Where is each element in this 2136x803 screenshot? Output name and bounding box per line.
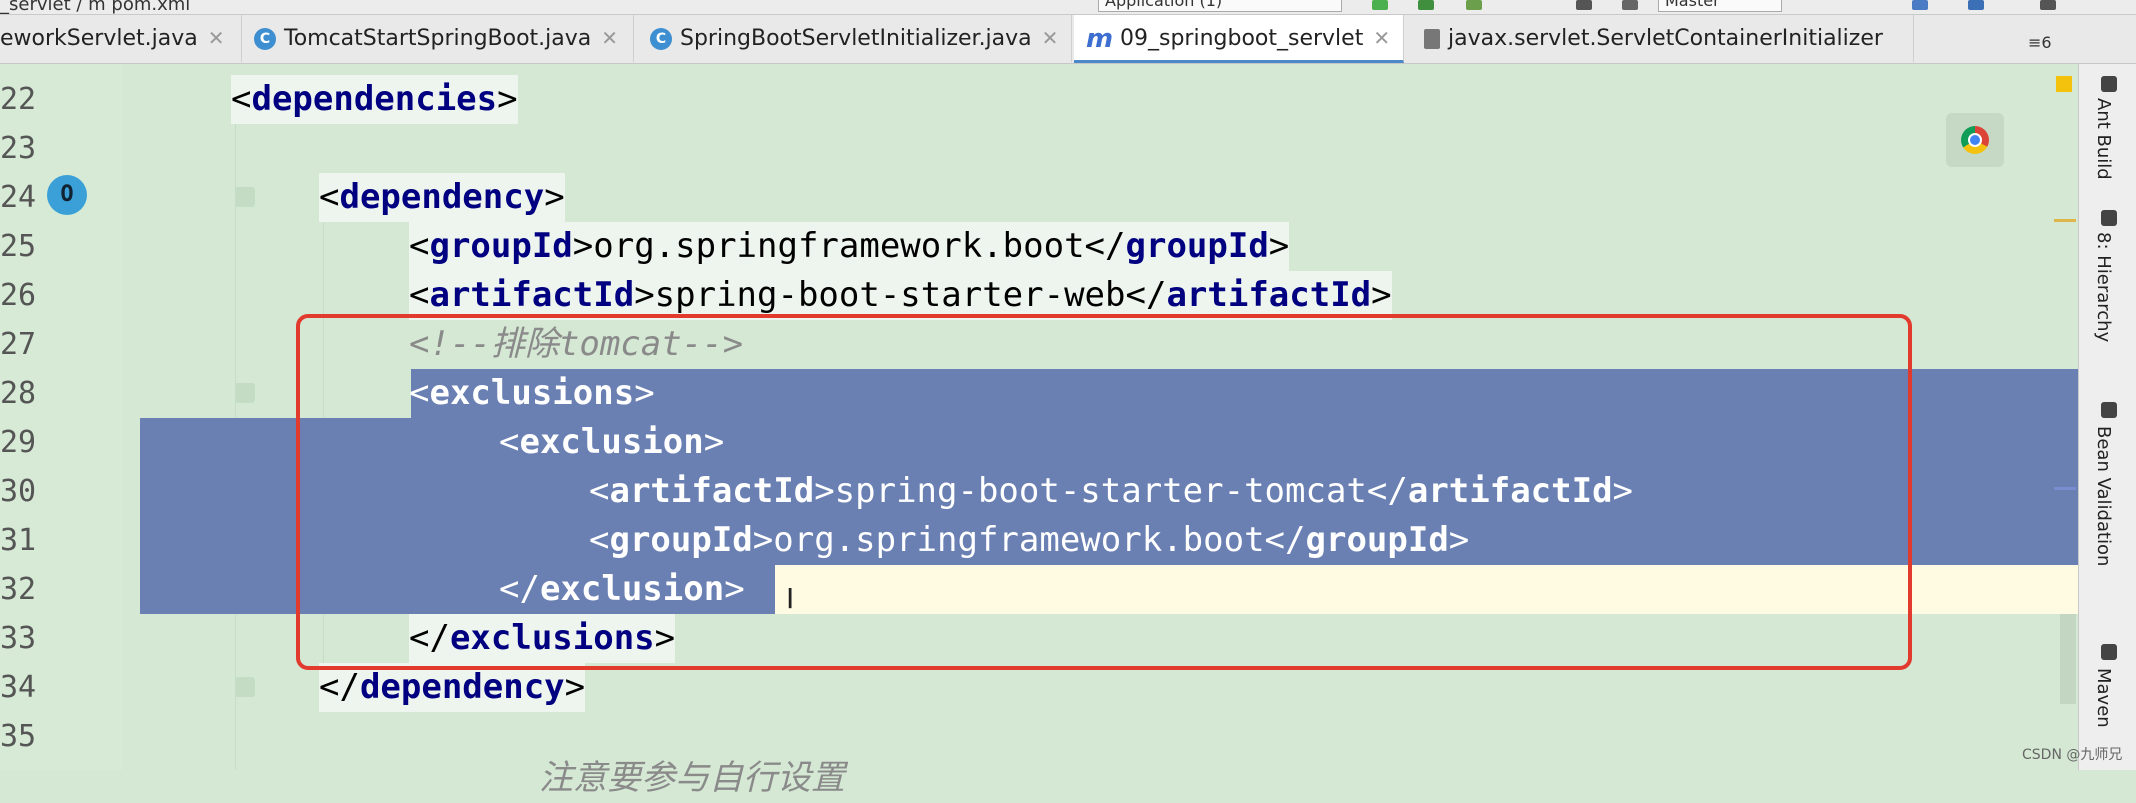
code-line-36-comment: 注意要参与自行设置 [539, 758, 845, 798]
branch-selector[interactable]: Master [1658, 0, 1782, 12]
tab-framework-servlet[interactable]: eworkServlet.java ✕ [0, 15, 242, 62]
tool-ant-build[interactable]: Ant Build [2093, 98, 2114, 180]
coverage-icon[interactable] [1466, 0, 1482, 10]
class-icon: C [650, 28, 672, 50]
close-icon[interactable]: ✕ [601, 26, 618, 50]
maven-icon: m [1086, 24, 1114, 54]
warning-indicator-icon[interactable] [2056, 76, 2072, 92]
vcs-icon[interactable] [1968, 0, 1984, 10]
tab-servlet-container-initializer[interactable]: javax.servlet.ServletContainerInitialize… [1412, 15, 1914, 62]
line-number: 33 [0, 621, 37, 656]
tab-label: TomcatStartSpringBoot.java [284, 26, 592, 51]
text-cursor-icon: I [786, 582, 795, 615]
close-icon[interactable]: ✕ [208, 26, 225, 50]
line-number: 30 [0, 474, 37, 509]
line-number: 27 [0, 327, 37, 362]
line-number: 28 [0, 376, 37, 411]
code-line-22: <dependencies> [231, 75, 518, 124]
tab-tomcat-start-spring-boot[interactable]: C TomcatStartSpringBoot.java ✕ [242, 15, 634, 62]
tool-maven[interactable]: Maven [2093, 668, 2114, 728]
fold-marker[interactable] [235, 383, 255, 403]
open-in-browser-button[interactable] [1946, 113, 2004, 167]
build-icon[interactable] [1576, 0, 1592, 10]
close-icon[interactable]: ✕ [1373, 26, 1390, 50]
code-line-34: </dependency> [319, 663, 586, 712]
ant-icon [2101, 76, 2117, 92]
tool-bean-validation[interactable]: Bean Validation [2093, 426, 2114, 566]
line-number-gutter: 22 23 24 25 26 27 28 29 30 31 32 33 34 3… [0, 64, 123, 770]
class-icon: C [254, 28, 276, 50]
tool-hierarchy[interactable]: 8: Hierarchy [2093, 232, 2114, 342]
text-file-icon [1424, 29, 1440, 49]
window-icon[interactable] [2040, 0, 2056, 10]
code-line-24: <dependency> [319, 173, 565, 222]
right-tool-window-bar: Ant Build 8: Hierarchy Bean Validation M… [2078, 64, 2136, 770]
tab-label: SpringBootServletInitializer.java [680, 26, 1032, 51]
line-number: 29 [0, 425, 37, 460]
code-line-25: <groupId>org.springframework.boot</group… [409, 222, 1290, 271]
tab-09-springboot-servlet[interactable]: m 09_springboot_servlet ✕ [1074, 15, 1404, 63]
error-stripe[interactable] [2052, 64, 2078, 770]
code-line-26: <artifactId>spring-boot-starter-web</art… [409, 271, 1392, 320]
editor-tab-bar: eworkServlet.java ✕ C TomcatStartSpringBoo… [0, 15, 2136, 64]
structure-icon[interactable] [1912, 0, 1928, 10]
close-icon[interactable]: ✕ [1042, 26, 1059, 50]
run-icon[interactable] [1372, 0, 1388, 10]
settings-icon[interactable] [1622, 0, 1638, 10]
line-number: 26 [0, 278, 37, 313]
tab-label: javax.servlet.ServletContainerInitialize… [1448, 26, 1883, 51]
tab-label: eworkServlet.java [0, 26, 198, 51]
top-toolbar-strip: _servlet / m pom.xml Application (1) Mas… [0, 0, 2136, 15]
fold-marker[interactable] [235, 677, 255, 697]
line-number: 22 [0, 82, 37, 117]
hierarchy-icon [2101, 210, 2117, 226]
line-number: 25 [0, 229, 37, 264]
debug-icon[interactable] [1418, 0, 1434, 10]
tab-overflow-menu[interactable]: ≡6 [2028, 33, 2052, 52]
breadcrumb[interactable]: _servlet / m pom.xml [0, 0, 190, 14]
error-stripe-mark[interactable] [2054, 487, 2076, 490]
scrollbar-thumb[interactable] [2060, 614, 2076, 704]
annotation-highlight-box [296, 314, 1912, 670]
error-stripe-mark[interactable] [2054, 219, 2076, 222]
line-number: 34 [0, 670, 37, 705]
watermark: CSDN @九师兄 [2022, 747, 2123, 763]
line-number: 31 [0, 523, 37, 558]
chrome-icon-center [1968, 133, 1982, 147]
bean-validation-icon [2101, 402, 2117, 418]
fold-marker[interactable] [235, 187, 255, 207]
line-number: 24 [0, 180, 37, 215]
line-number: 32 [0, 572, 37, 607]
line-number: 23 [0, 131, 37, 166]
tab-spring-boot-servlet-initializer[interactable]: C SpringBootServletInitializer.java ✕ [638, 15, 1072, 62]
maven-icon [2101, 644, 2117, 660]
tab-label: 09_springboot_servlet [1120, 26, 1364, 51]
line-number: 35 [0, 719, 37, 754]
run-configuration-selector[interactable]: Application (1) [1098, 0, 1342, 12]
implements-gutter-icon[interactable]: O [47, 175, 87, 215]
